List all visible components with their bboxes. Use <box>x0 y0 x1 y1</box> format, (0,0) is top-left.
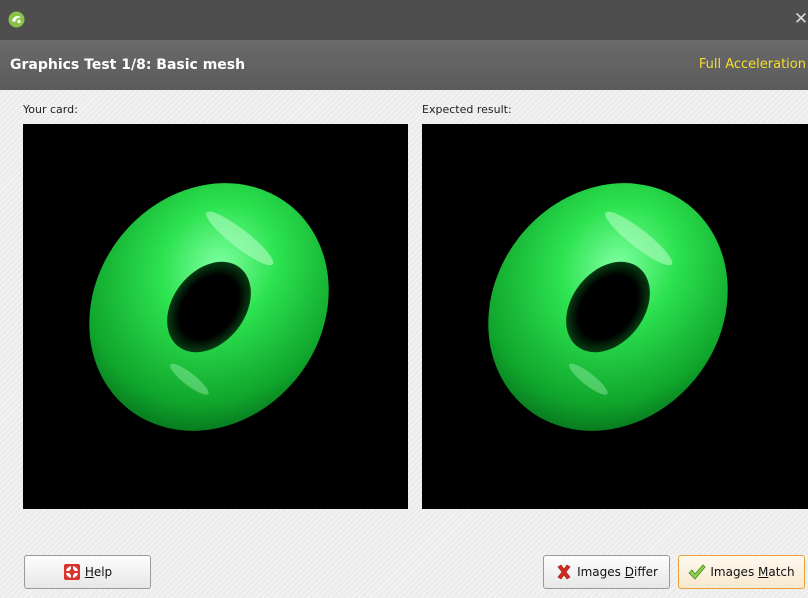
torus-render-right <box>488 183 728 431</box>
torus-render-left <box>89 183 329 431</box>
images-differ-button[interactable]: Images Differ <box>543 555 670 589</box>
app-logo-icon <box>8 11 25 28</box>
acceleration-status: Full Acceleration <box>698 57 806 72</box>
green-check-icon <box>688 563 706 581</box>
expected-result-render <box>422 124 808 509</box>
expected-result-label: Expected result: <box>422 103 512 116</box>
images-match-label: Images Match <box>710 565 795 579</box>
graphics-test-dialog: ✕ Graphics Test 1/8: Basic mesh Full Acc… <box>0 0 808 598</box>
images-match-button[interactable]: Images Match <box>678 555 805 589</box>
help-label: Help <box>84 565 113 579</box>
red-x-icon <box>555 563 573 581</box>
close-button[interactable]: ✕ <box>788 6 808 32</box>
images-differ-label: Images Differ <box>577 565 658 579</box>
lifebuoy-icon <box>63 563 81 581</box>
close-icon: ✕ <box>793 9 808 29</box>
test-header: Graphics Test 1/8: Basic mesh Full Accel… <box>0 40 808 90</box>
your-card-label: Your card: <box>23 103 78 116</box>
your-card-render <box>23 124 408 509</box>
help-button[interactable]: Help <box>24 555 151 589</box>
test-title: Graphics Test 1/8: Basic mesh <box>10 57 246 73</box>
title-bar: ✕ <box>0 0 808 40</box>
